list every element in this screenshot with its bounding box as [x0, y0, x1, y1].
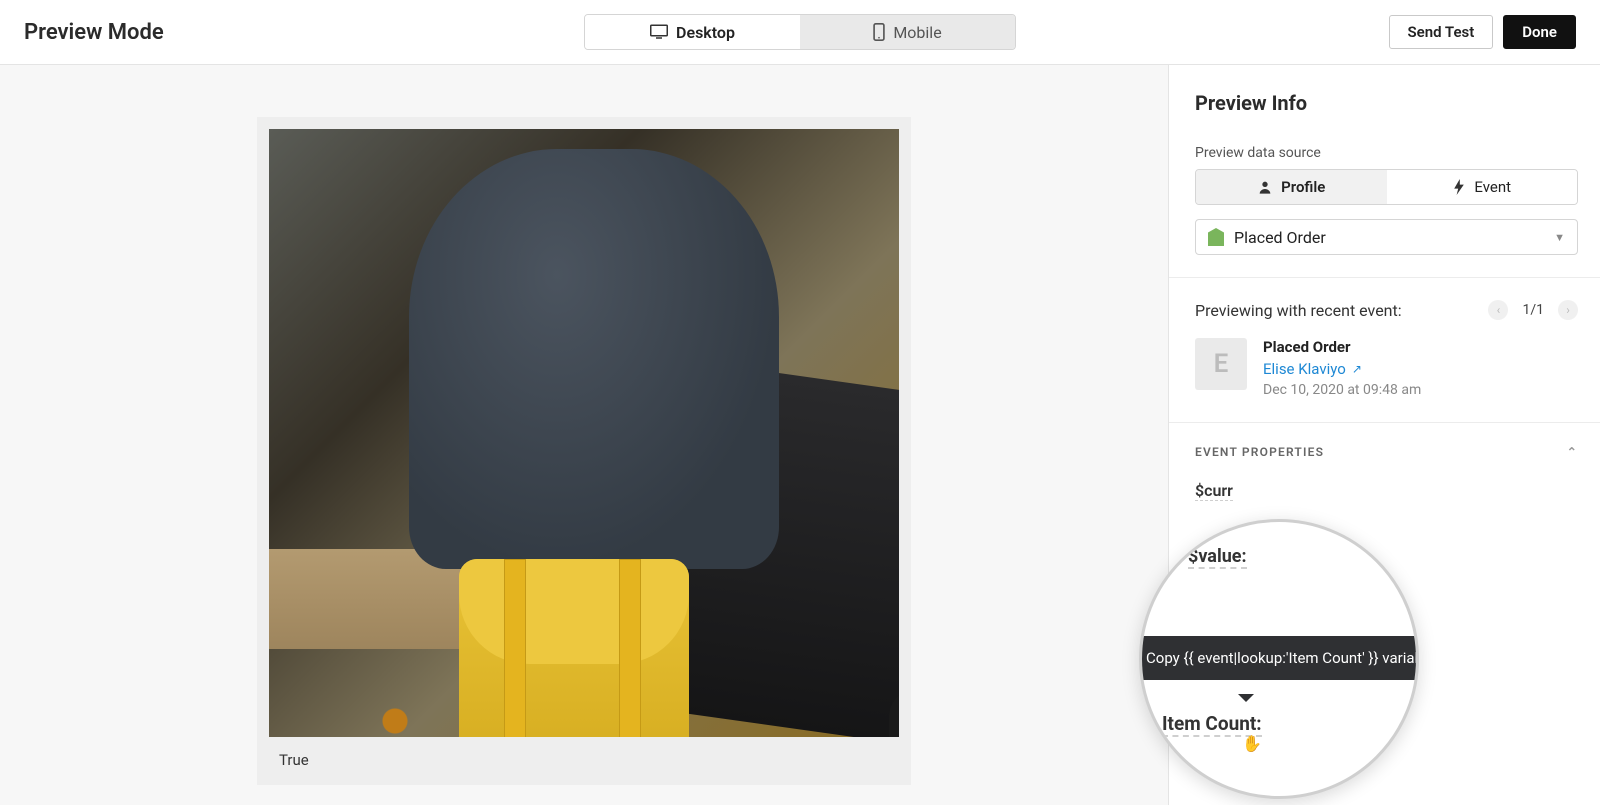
desktop-icon — [650, 24, 668, 40]
page-title: Preview Mode — [24, 20, 164, 45]
device-desktop-label: Desktop — [676, 23, 735, 42]
cursor-icon: ✋ — [1242, 734, 1262, 753]
device-desktop-button[interactable]: Desktop — [585, 15, 800, 49]
property-currency[interactable]: $curr — [1195, 481, 1233, 501]
event-properties-header[interactable]: EVENT PROPERTIES ⌃ — [1195, 445, 1578, 459]
preview-caption: True — [269, 737, 899, 773]
event-row: E Placed Order Elise Klaviyo ↗ Dec 10, 2… — [1195, 338, 1578, 398]
sidebar: Preview Info Preview data source Profile… — [1168, 65, 1600, 805]
copy-variable-tooltip: Copy {{ event|lookup:'Item Count' }} var… — [1139, 636, 1419, 680]
main-area: True Preview Info Preview data source Pr… — [0, 65, 1600, 805]
chevron-up-icon: ⌃ — [1567, 445, 1578, 459]
device-mobile-label: Mobile — [893, 23, 941, 42]
triangle-right-icon: ▸ — [1156, 754, 1164, 772]
datasource-event-label: Event — [1474, 178, 1511, 196]
pager-next-button[interactable]: › — [1558, 300, 1578, 320]
done-button[interactable]: Done — [1503, 15, 1576, 49]
top-bar: Preview Mode Desktop Mobile Send Test Do… — [0, 0, 1600, 65]
dropdown-value: Placed Order — [1234, 228, 1326, 247]
datasource-profile-button[interactable]: Profile — [1196, 170, 1387, 204]
bolt-icon — [1452, 179, 1466, 195]
preview-image — [269, 129, 899, 737]
sidebar-heading: Preview Info — [1195, 91, 1578, 115]
topbar-actions: Send Test Done — [1389, 15, 1577, 49]
property-items-expandable[interactable]: ▸Ite — [1156, 754, 1184, 772]
datasource-label: Preview data source — [1195, 145, 1578, 161]
property-value[interactable]: $value: — [1188, 546, 1247, 569]
datasource-profile-label: Profile — [1281, 178, 1325, 196]
magnifier-callout: $value: Copy {{ event|lookup:'Item Count… — [1139, 519, 1419, 799]
divider — [1169, 422, 1600, 423]
event-meta: Placed Order Elise Klaviyo ↗ Dec 10, 202… — [1263, 338, 1421, 398]
previewing-row: Previewing with recent event: ‹ 1/1 › — [1195, 300, 1578, 320]
chevron-down-icon: ▼ — [1554, 231, 1565, 244]
previewing-label: Previewing with recent event: — [1195, 301, 1402, 320]
event-type-dropdown[interactable]: Placed Order ▼ — [1195, 219, 1578, 255]
device-toggle: Desktop Mobile — [584, 14, 1016, 50]
datasource-event-button[interactable]: Event — [1387, 170, 1578, 204]
shopify-icon — [1208, 228, 1224, 246]
pager-count: 1/1 — [1522, 302, 1544, 318]
send-test-button[interactable]: Send Test — [1389, 15, 1494, 49]
event-title: Placed Order — [1263, 338, 1421, 356]
divider — [1169, 277, 1600, 278]
avatar: E — [1195, 338, 1247, 390]
preview-card: True — [257, 117, 911, 785]
person-icon — [1257, 179, 1273, 195]
event-timestamp: Dec 10, 2020 at 09:48 am — [1263, 382, 1421, 398]
event-pager: ‹ 1/1 › — [1488, 300, 1578, 320]
external-link-icon: ↗ — [1352, 362, 1362, 376]
event-person-link[interactable]: Elise Klaviyo ↗ — [1263, 360, 1421, 378]
pager-prev-button[interactable]: ‹ — [1488, 300, 1508, 320]
canvas-area: True — [0, 65, 1168, 805]
datasource-toggle: Profile Event — [1195, 169, 1578, 205]
device-mobile-button[interactable]: Mobile — [800, 15, 1015, 49]
mobile-icon — [873, 23, 885, 41]
